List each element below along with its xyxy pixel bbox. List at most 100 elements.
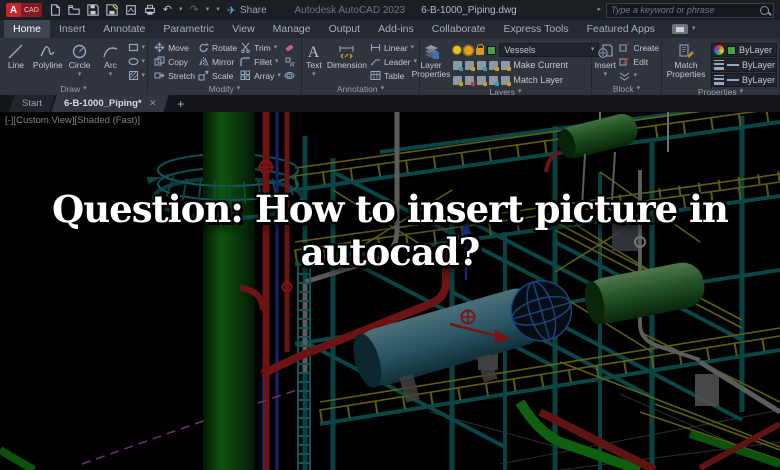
current-layer-dropdown[interactable]: Vessels ▾ <box>499 43 600 57</box>
rectangle-button[interactable]: ▾ <box>128 41 145 54</box>
tab-collaborate[interactable]: Collaborate <box>423 20 495 38</box>
layer-freeze-icon[interactable] <box>465 60 476 71</box>
panel-label-modify[interactable]: Modify ▾ <box>150 83 299 95</box>
circle-caret-icon: ▾ <box>77 70 82 78</box>
layer-properties-button[interactable]: Layer Properties <box>412 40 450 87</box>
new-file-icon[interactable] <box>49 4 61 16</box>
search-box[interactable] <box>606 2 774 18</box>
redo-caret-icon[interactable]: ▾ <box>206 6 210 14</box>
hatch-button[interactable]: ▾ <box>128 69 145 82</box>
panel-label-block[interactable]: Block ▾ <box>594 83 659 95</box>
match-properties-button[interactable]: Match Properties <box>664 40 708 87</box>
explode-button[interactable] <box>284 55 295 68</box>
file-tab-bar: Start 6-B-1000_Piping* ✕ + <box>0 95 780 112</box>
undo-caret-icon[interactable]: ▾ <box>179 6 183 14</box>
leader-button[interactable]: Leader ▾ <box>370 55 417 68</box>
dimension-button[interactable]: Dimension <box>327 40 367 83</box>
layer-delete-icon[interactable] <box>465 75 476 86</box>
tab-insert[interactable]: Insert <box>50 20 94 38</box>
layer-off-icon[interactable] <box>477 60 488 71</box>
tab-express-tools[interactable]: Express Tools <box>494 20 577 38</box>
layer-on-icon[interactable] <box>453 46 462 54</box>
share-button[interactable]: ✈ Share <box>227 4 267 17</box>
viewport-visual-style-control[interactable]: [Shaded (Fast)] <box>75 115 140 126</box>
create-block-button[interactable]: Create <box>619 41 659 54</box>
move-button[interactable]: Move <box>154 41 195 54</box>
edit-block-icon <box>619 57 630 66</box>
share-label: Share <box>239 4 267 16</box>
close-tab-icon[interactable]: ✕ <box>149 98 157 109</box>
undo-icon[interactable]: ↶ <box>163 4 172 16</box>
arc-button[interactable]: Arc ▾ <box>97 40 125 83</box>
linetype-dropdown[interactable]: ByLayer <box>711 73 777 87</box>
block-attributes-button[interactable]: ▾ <box>619 69 659 82</box>
tab-output[interactable]: Output <box>320 20 370 38</box>
viewport-view-control[interactable]: [Custom View] <box>13 115 74 126</box>
line-button[interactable]: Line <box>2 40 30 83</box>
circle-button[interactable]: Circle ▾ <box>66 40 94 83</box>
viewport-minimize-control[interactable]: [-] <box>5 115 13 126</box>
offset-button[interactable] <box>284 69 295 82</box>
layer-merge-icon[interactable] <box>489 75 500 86</box>
new-tab-button[interactable]: + <box>168 95 193 112</box>
linetype-sample <box>727 79 739 81</box>
make-current-button[interactable]: Make Current <box>513 60 568 70</box>
array-button[interactable]: Array ▾ <box>240 69 281 82</box>
stretch-button[interactable]: Stretch <box>154 69 195 82</box>
tab-home[interactable]: Home <box>4 20 51 38</box>
layer-unlock-icon[interactable] <box>476 44 485 55</box>
search-expand-icon[interactable]: ▸ <box>597 6 601 14</box>
copy-button[interactable]: Copy <box>154 55 195 68</box>
linear-button[interactable]: Linear ▾ <box>370 41 417 54</box>
tab-parametric[interactable]: Parametric <box>154 20 223 38</box>
match-layer-icon[interactable] <box>501 75 512 86</box>
make-current-icon[interactable] <box>501 60 512 71</box>
save-as-icon[interactable] <box>106 4 118 16</box>
rotate-button[interactable]: Rotate <box>198 41 237 54</box>
search-icon[interactable] <box>760 5 769 15</box>
linetype-icon <box>714 74 724 86</box>
open-folder-icon[interactable] <box>68 4 80 16</box>
tab-addins[interactable]: Add-ins <box>369 20 423 38</box>
tab-annotate[interactable]: Annotate <box>94 20 154 38</box>
save-icon[interactable] <box>87 4 99 16</box>
mirror-button[interactable]: Mirror <box>198 55 237 68</box>
print-icon[interactable] <box>144 4 156 16</box>
search-input[interactable] <box>611 5 760 15</box>
insert-button[interactable]: Insert ▾ <box>594 40 616 83</box>
qat-customize-icon[interactable]: ▾ <box>216 6 220 14</box>
plot-icon[interactable] <box>125 4 137 16</box>
layer-lock-tool-icon[interactable] <box>489 60 500 71</box>
tab-view[interactable]: View <box>223 20 264 38</box>
tab-manage[interactable]: Manage <box>264 20 320 38</box>
ribbon-display-caret-icon[interactable]: ▾ <box>692 25 696 33</box>
layer-walk-icon[interactable] <box>477 75 488 86</box>
fillet-button[interactable]: Fillet ▾ <box>240 55 281 68</box>
object-color-dropdown[interactable]: ByLayer <box>711 43 777 57</box>
text-button[interactable]: A Text ▾ <box>304 40 324 83</box>
block-attributes-caret-icon: ▾ <box>633 71 637 79</box>
autocad-logo[interactable]: A CAD <box>6 3 42 17</box>
redo-icon[interactable]: ↷ <box>190 4 199 16</box>
table-button[interactable]: Table <box>370 69 417 82</box>
lineweight-dropdown[interactable]: ByLayer <box>711 58 777 72</box>
ellipse-button[interactable]: ▾ <box>127 55 145 68</box>
match-layer-button[interactable]: Match Layer <box>513 75 563 85</box>
edit-block-button[interactable]: Edit <box>619 55 659 68</box>
drawing-viewport[interactable]: [-] [Custom View] [Shaded (Fast)] Questi… <box>0 112 780 470</box>
tab-start[interactable]: Start <box>9 95 55 112</box>
layer-isolate-icon[interactable] <box>453 60 464 71</box>
layer-unisolate-icon[interactable] <box>453 75 464 86</box>
title-bar: A CAD ↶ ▾ ↷ ▾ ▾ ✈ Share Autodesk AutoCAD… <box>0 0 780 20</box>
polyline-button[interactable]: Polyline <box>33 40 63 83</box>
layer-thaw-icon[interactable] <box>464 45 474 55</box>
scale-button[interactable]: Scale <box>198 69 237 82</box>
panel-label-annotation[interactable]: Annotation ▾ <box>304 83 417 95</box>
tab-document[interactable]: 6-B-1000_Piping* ✕ <box>51 95 169 112</box>
ribbon-display-icon[interactable] <box>671 24 688 34</box>
erase-button[interactable] <box>284 41 295 54</box>
layer-color-swatch[interactable] <box>487 45 497 55</box>
tab-featured-apps[interactable]: Featured Apps <box>578 20 664 38</box>
trim-button[interactable]: Trim ▾ <box>240 41 281 54</box>
panel-label-draw[interactable]: Draw ▾ <box>2 83 145 95</box>
